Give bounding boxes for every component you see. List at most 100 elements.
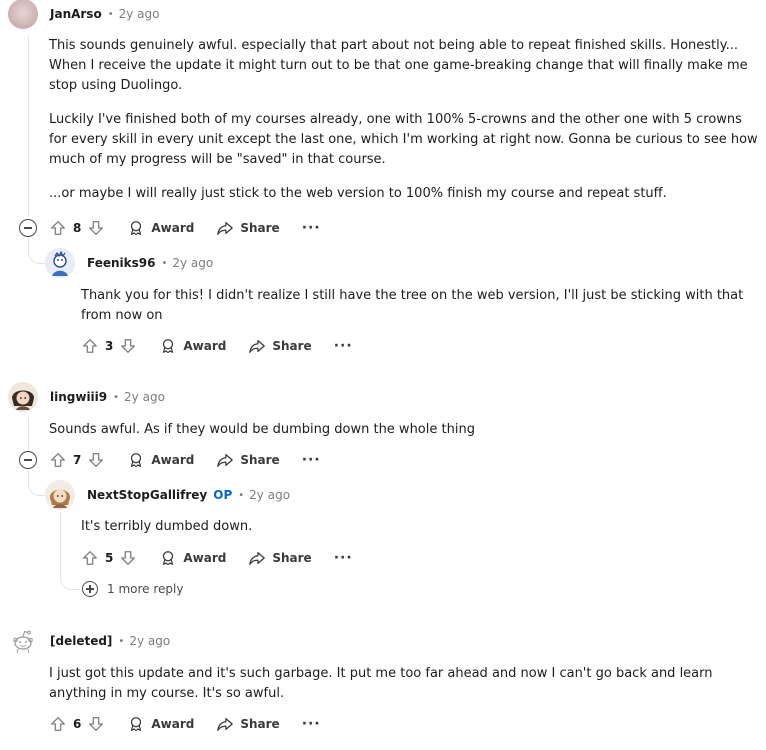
share-label: Share xyxy=(240,453,280,467)
expand-icon xyxy=(82,581,98,597)
share-icon xyxy=(248,337,266,355)
upvote-button[interactable] xyxy=(49,451,67,469)
upvote-button[interactable] xyxy=(81,549,99,567)
comment-header: JanArso • 2y ago xyxy=(8,0,160,29)
award-button[interactable]: Award xyxy=(127,715,194,733)
thread-connector xyxy=(60,568,80,590)
upvote-button[interactable] xyxy=(49,715,67,733)
award-label: Award xyxy=(151,453,195,467)
share-label: Share xyxy=(240,221,280,235)
share-label: Share xyxy=(240,717,280,731)
timestamp[interactable]: 2y ago xyxy=(119,7,160,21)
comment-text: Luckily I've finished both of my courses… xyxy=(49,112,758,167)
share-button[interactable]: Share xyxy=(216,715,280,733)
comment-text: ...or maybe I will really just stick to … xyxy=(49,186,667,201)
vote-count: 6 xyxy=(73,717,82,731)
separator-dot: • xyxy=(107,8,114,20)
award-label: Award xyxy=(151,717,195,731)
share-icon xyxy=(216,715,234,733)
action-bar: 3 Award Share ··· xyxy=(81,335,353,357)
author-name[interactable]: lingwiii9 xyxy=(50,390,107,404)
award-button[interactable]: Award xyxy=(159,549,226,567)
more-icon: ··· xyxy=(301,452,321,468)
comment-text: I just got this update and it's such gar… xyxy=(49,666,713,701)
share-icon xyxy=(216,219,234,237)
comment-thread: JanArso • 2y ago This sounds genuinely a… xyxy=(0,0,766,750)
more-options-button[interactable]: ··· xyxy=(301,220,321,236)
thread-connector xyxy=(28,236,46,264)
vote-count: 5 xyxy=(105,551,114,565)
upvote-icon xyxy=(49,715,67,733)
more-options-button[interactable]: ··· xyxy=(333,550,353,566)
share-button[interactable]: Share xyxy=(216,219,280,237)
timestamp[interactable]: 2y ago xyxy=(129,634,170,648)
thread-line xyxy=(28,36,29,216)
more-options-button[interactable]: ··· xyxy=(301,452,321,468)
award-icon xyxy=(127,451,145,469)
downvote-icon xyxy=(87,715,105,733)
award-icon xyxy=(127,715,145,733)
author-name[interactable]: NextStopGallifrey xyxy=(87,488,207,502)
upvote-button[interactable] xyxy=(81,337,99,355)
comment-header: lingwiii9 • 2y ago xyxy=(8,382,165,412)
downvote-icon xyxy=(119,337,137,355)
award-button[interactable]: Award xyxy=(127,219,194,237)
comment-body: It's terribly dumbed down. xyxy=(81,517,751,537)
avatar[interactable] xyxy=(8,626,38,656)
share-button[interactable]: Share xyxy=(216,451,280,469)
comment-text: Thank you for this! I didn't realize I s… xyxy=(81,288,744,323)
award-label: Award xyxy=(183,339,227,353)
vote-count: 8 xyxy=(73,221,82,235)
more-options-button[interactable]: ··· xyxy=(302,717,321,731)
collapse-icon[interactable] xyxy=(19,451,37,469)
share-button[interactable]: Share xyxy=(248,337,312,355)
downvote-button[interactable] xyxy=(119,337,137,355)
share-label: Share xyxy=(272,339,312,353)
more-icon: ··· xyxy=(301,220,321,236)
comment-body: I just got this update and it's such gar… xyxy=(49,664,761,704)
timestamp[interactable]: 2y ago xyxy=(124,390,165,404)
more-icon: ··· xyxy=(333,550,353,566)
more-options-button[interactable]: ··· xyxy=(334,339,353,353)
upvote-icon xyxy=(81,549,99,567)
award-button[interactable]: Award xyxy=(159,337,226,355)
thread-connector xyxy=(28,470,46,496)
downvote-button[interactable] xyxy=(87,451,105,469)
more-replies-label: 1 more reply xyxy=(107,582,184,596)
downvote-button[interactable] xyxy=(87,219,105,237)
separator-dot: • xyxy=(113,391,120,403)
upvote-icon xyxy=(81,337,99,355)
separator-dot: • xyxy=(161,257,168,269)
downvote-button[interactable] xyxy=(119,549,137,567)
author-name[interactable]: JanArso xyxy=(50,7,102,21)
share-icon xyxy=(216,451,234,469)
comment-text: It's terribly dumbed down. xyxy=(81,519,253,534)
award-icon xyxy=(159,337,177,355)
downvote-icon xyxy=(87,219,105,237)
vote-count: 3 xyxy=(105,339,114,353)
award-icon xyxy=(159,549,177,567)
comment-text: Sounds awful. As if they would be dumbin… xyxy=(49,422,475,437)
award-button[interactable]: Award xyxy=(127,451,194,469)
avatar[interactable] xyxy=(8,382,38,412)
action-bar: 6 Award Share ··· xyxy=(49,713,321,735)
share-button[interactable]: Share xyxy=(248,549,312,567)
downvote-icon xyxy=(119,549,137,567)
award-icon xyxy=(127,219,145,237)
comment-body: Thank you for this! I didn't realize I s… xyxy=(81,286,751,326)
more-replies-link[interactable]: 1 more reply xyxy=(82,581,183,597)
award-label: Award xyxy=(151,221,195,235)
comment-header: [deleted] • 2y ago xyxy=(8,626,170,656)
author-name[interactable]: Feeniks96 xyxy=(87,256,155,270)
action-bar: 8 Award Share ··· xyxy=(49,217,321,239)
avatar[interactable] xyxy=(8,0,38,29)
vote-count: 7 xyxy=(73,453,82,467)
avatar[interactable] xyxy=(45,480,75,510)
timestamp[interactable]: 2y ago xyxy=(172,256,213,270)
timestamp[interactable]: 2y ago xyxy=(249,488,290,502)
share-icon xyxy=(248,549,266,567)
upvote-button[interactable] xyxy=(49,219,67,237)
collapse-icon[interactable] xyxy=(19,219,37,237)
avatar[interactable] xyxy=(45,248,75,278)
downvote-button[interactable] xyxy=(87,715,105,733)
